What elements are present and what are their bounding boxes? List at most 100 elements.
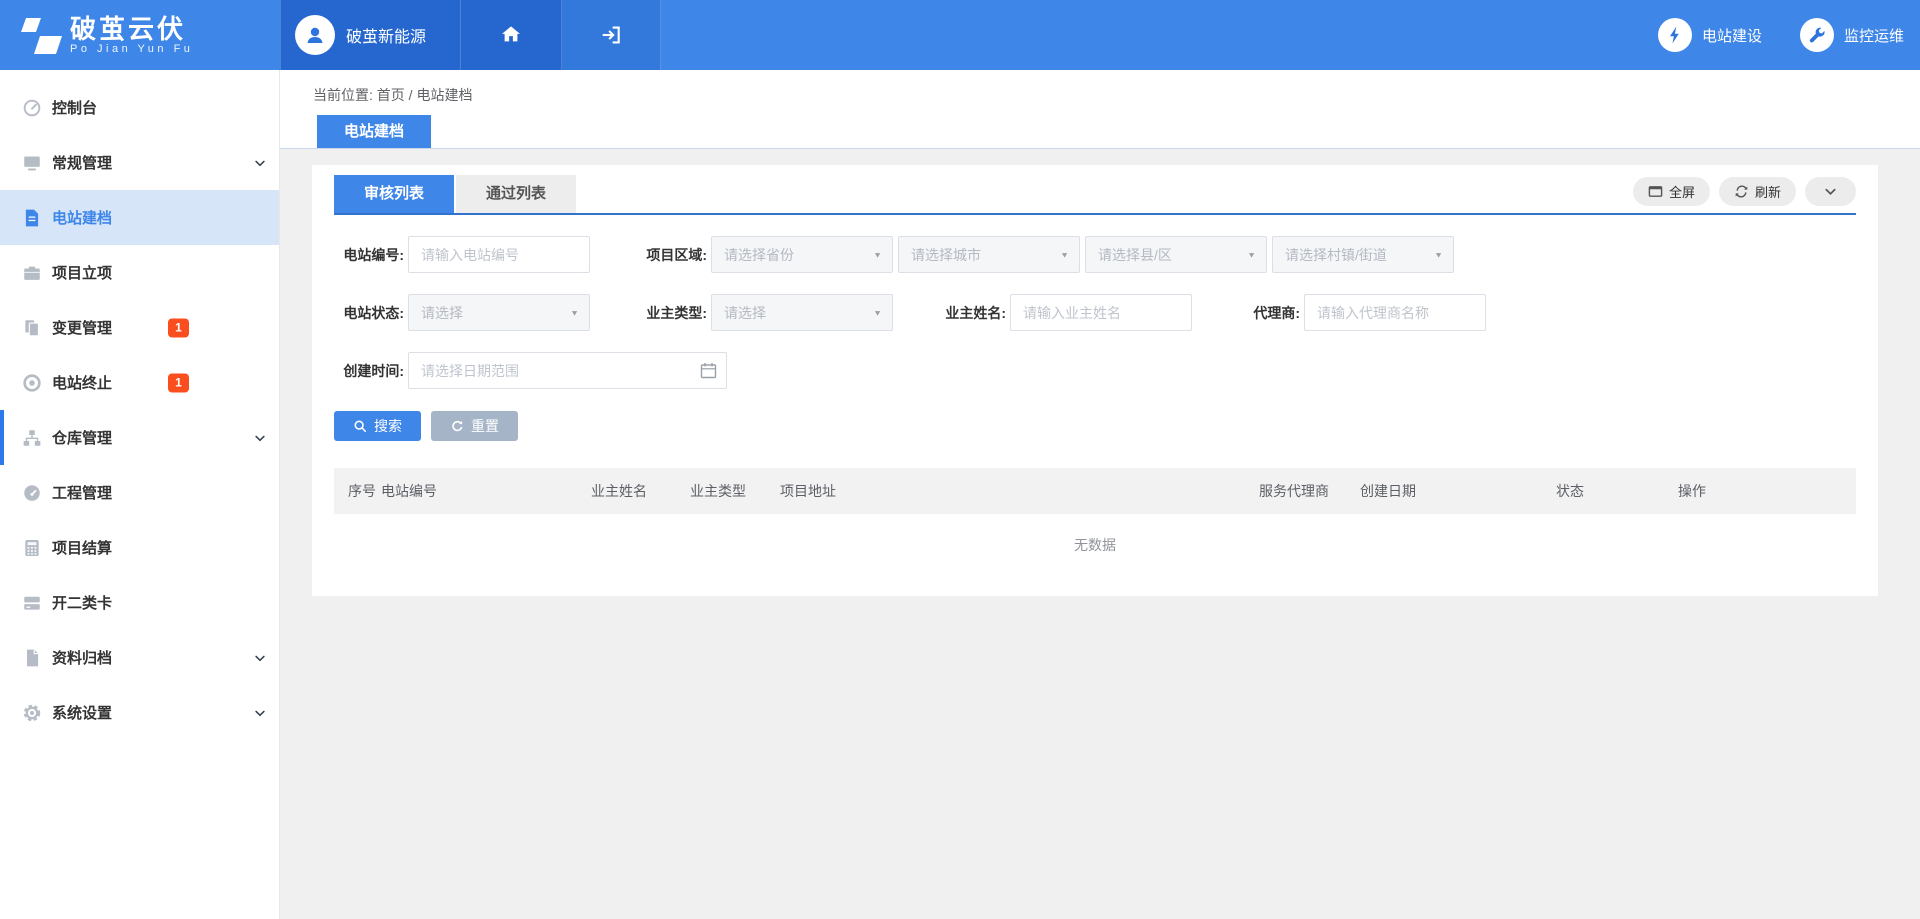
- owner-type-select[interactable]: 请选择 ▼: [711, 294, 893, 331]
- home-button[interactable]: [461, 0, 562, 70]
- owner-type-placeholder: 请选择: [724, 303, 766, 323]
- station-no-input[interactable]: [408, 236, 590, 273]
- breadcrumb-prefix: 当前位置:: [313, 87, 373, 103]
- station-status-placeholder: 请选择: [421, 303, 463, 323]
- gear-icon: [22, 703, 42, 723]
- col-owner-name: 业主姓名: [591, 481, 690, 501]
- sidebar-item-station-filing[interactable]: 电站建档: [0, 190, 279, 245]
- panel-tabs: 审核列表 通过列表 全屏 刷新: [334, 165, 1856, 215]
- card-icon: [22, 593, 42, 613]
- sidebar-label: 项目立项: [52, 262, 112, 283]
- stop-icon: [22, 373, 42, 393]
- reset-label: 重置: [471, 416, 499, 436]
- breadcrumb-home-link[interactable]: 首页: [377, 87, 405, 103]
- caret-down-icon: ▼: [873, 308, 882, 317]
- sidebar-label: 系统设置: [52, 702, 112, 723]
- page-tab-station-filing[interactable]: 电站建档: [317, 115, 431, 148]
- station-no-label: 电站编号:: [334, 245, 404, 265]
- caret-down-icon: ▼: [1434, 250, 1443, 259]
- sidebar-item-console[interactable]: 控制台: [0, 80, 279, 135]
- col-service-agent: 服务代理商: [1259, 481, 1360, 501]
- sidebar-item-project-settlement[interactable]: 项目结算: [0, 520, 279, 575]
- briefcase-icon: [22, 263, 42, 283]
- chevron-down-icon: [253, 651, 267, 665]
- user-icon: [303, 23, 327, 47]
- province-placeholder: 请选择省份: [724, 245, 794, 265]
- city-select[interactable]: 请选择城市 ▼: [898, 236, 1080, 273]
- sidebar-label: 电站终止: [52, 372, 112, 393]
- logo-icon: [14, 14, 62, 56]
- sidebar-label: 资料归档: [52, 647, 112, 668]
- sidebar-item-change-mgmt[interactable]: 变更管理 1: [0, 300, 279, 355]
- county-placeholder: 请选择县/区: [1098, 245, 1172, 265]
- sidebar-item-general-mgmt[interactable]: 常规管理: [0, 135, 279, 190]
- sidebar-item-project-initiation[interactable]: 项目立项: [0, 245, 279, 300]
- chevron-down-icon: [253, 156, 267, 170]
- main-content: 当前位置: 首页 / 电站建档 电站建档 审核列表 通过列表 全屏: [280, 70, 1920, 919]
- col-status: 状态: [1556, 481, 1678, 501]
- col-station-no: 电站编号: [381, 481, 591, 501]
- breadcrumb-separator: /: [409, 87, 413, 103]
- collapse-toolbar-button[interactable]: [1805, 177, 1856, 206]
- caret-down-icon: ▼: [1247, 250, 1256, 259]
- created-time-label: 创建时间:: [334, 361, 404, 381]
- nav-station-build-label: 电站建设: [1702, 25, 1762, 46]
- nav-station-build[interactable]: 电站建设: [1658, 18, 1762, 52]
- station-status-label: 电站状态:: [334, 303, 404, 323]
- sidebar-item-system-settings[interactable]: 系统设置: [0, 685, 279, 740]
- sidebar-item-open-class2-card[interactable]: 开二类卡: [0, 575, 279, 630]
- station-status-select[interactable]: 请选择 ▼: [408, 294, 590, 331]
- caret-down-icon: ▼: [570, 308, 579, 317]
- sidebar-item-warehouse-mgmt[interactable]: 仓库管理: [0, 410, 279, 465]
- logout-icon: [600, 24, 622, 46]
- company-name: 破茧新能源: [346, 23, 426, 47]
- table-header: 序号 电站编号 业主姓名 业主类型 项目地址 服务代理商 创建日期 状态 操作: [334, 468, 1856, 514]
- tab-passed-list[interactable]: 通过列表: [456, 175, 576, 213]
- date-range-input[interactable]: [408, 352, 727, 389]
- nav-monitor-ops[interactable]: 监控运维: [1800, 18, 1904, 52]
- refresh-button[interactable]: 刷新: [1719, 177, 1796, 206]
- content-card: 审核列表 通过列表 全屏 刷新: [312, 165, 1878, 596]
- home-icon: [500, 24, 522, 46]
- reset-icon: [450, 419, 464, 433]
- nav-monitor-ops-label: 监控运维: [1844, 25, 1904, 46]
- sidebar: 控制台 常规管理 电站建档 项目立项 变更管理 1: [0, 70, 280, 919]
- calendar-icon: [700, 362, 717, 379]
- sitemap-icon: [22, 428, 42, 448]
- search-icon: [353, 419, 367, 433]
- town-select[interactable]: 请选择村镇/街道 ▼: [1272, 236, 1454, 273]
- refresh-label: 刷新: [1755, 182, 1781, 201]
- date-range-picker[interactable]: [408, 352, 727, 389]
- col-created-date: 创建日期: [1360, 481, 1556, 501]
- logo-subtitle: Po Jian Yun Fu: [70, 43, 193, 55]
- avatar: [295, 15, 335, 55]
- owner-type-label: 业主类型:: [639, 303, 707, 323]
- sidebar-item-engineering-mgmt[interactable]: 工程管理: [0, 465, 279, 520]
- search-button[interactable]: 搜索: [334, 411, 421, 441]
- filter-row-1: 电站编号: 项目区域: 请选择省份 ▼ 请选择城市 ▼ 请选择县/区 ▼ 请选择…: [334, 236, 1856, 273]
- tab-review-list[interactable]: 审核列表: [334, 175, 454, 213]
- filter-row-3: 创建时间:: [334, 352, 1856, 389]
- caret-down-icon: ▼: [873, 250, 882, 259]
- province-select[interactable]: 请选择省份 ▼: [711, 236, 893, 273]
- breadcrumb-current: 电站建档: [416, 87, 472, 103]
- sidebar-item-data-archive[interactable]: 资料归档: [0, 630, 279, 685]
- copy-icon: [22, 318, 42, 338]
- breadcrumb-bar: 当前位置: 首页 / 电站建档 电站建档: [280, 70, 1920, 149]
- sidebar-label: 控制台: [52, 97, 97, 118]
- archive-icon: [22, 648, 42, 668]
- fullscreen-icon: [1648, 184, 1663, 199]
- lightning-icon: [1658, 18, 1692, 52]
- owner-name-input[interactable]: [1010, 294, 1192, 331]
- sidebar-label: 仓库管理: [52, 427, 112, 448]
- document-icon: [22, 208, 42, 228]
- city-placeholder: 请选择城市: [911, 245, 981, 265]
- county-select[interactable]: 请选择县/区 ▼: [1085, 236, 1267, 273]
- agent-input[interactable]: [1304, 294, 1486, 331]
- sidebar-item-station-termination[interactable]: 电站终止 1: [0, 355, 279, 410]
- fullscreen-button[interactable]: 全屏: [1633, 177, 1710, 206]
- reset-button[interactable]: 重置: [431, 411, 518, 441]
- user-menu[interactable]: 破茧新能源: [280, 0, 461, 70]
- logout-button[interactable]: [562, 0, 661, 70]
- region-label: 项目区域:: [639, 245, 707, 265]
